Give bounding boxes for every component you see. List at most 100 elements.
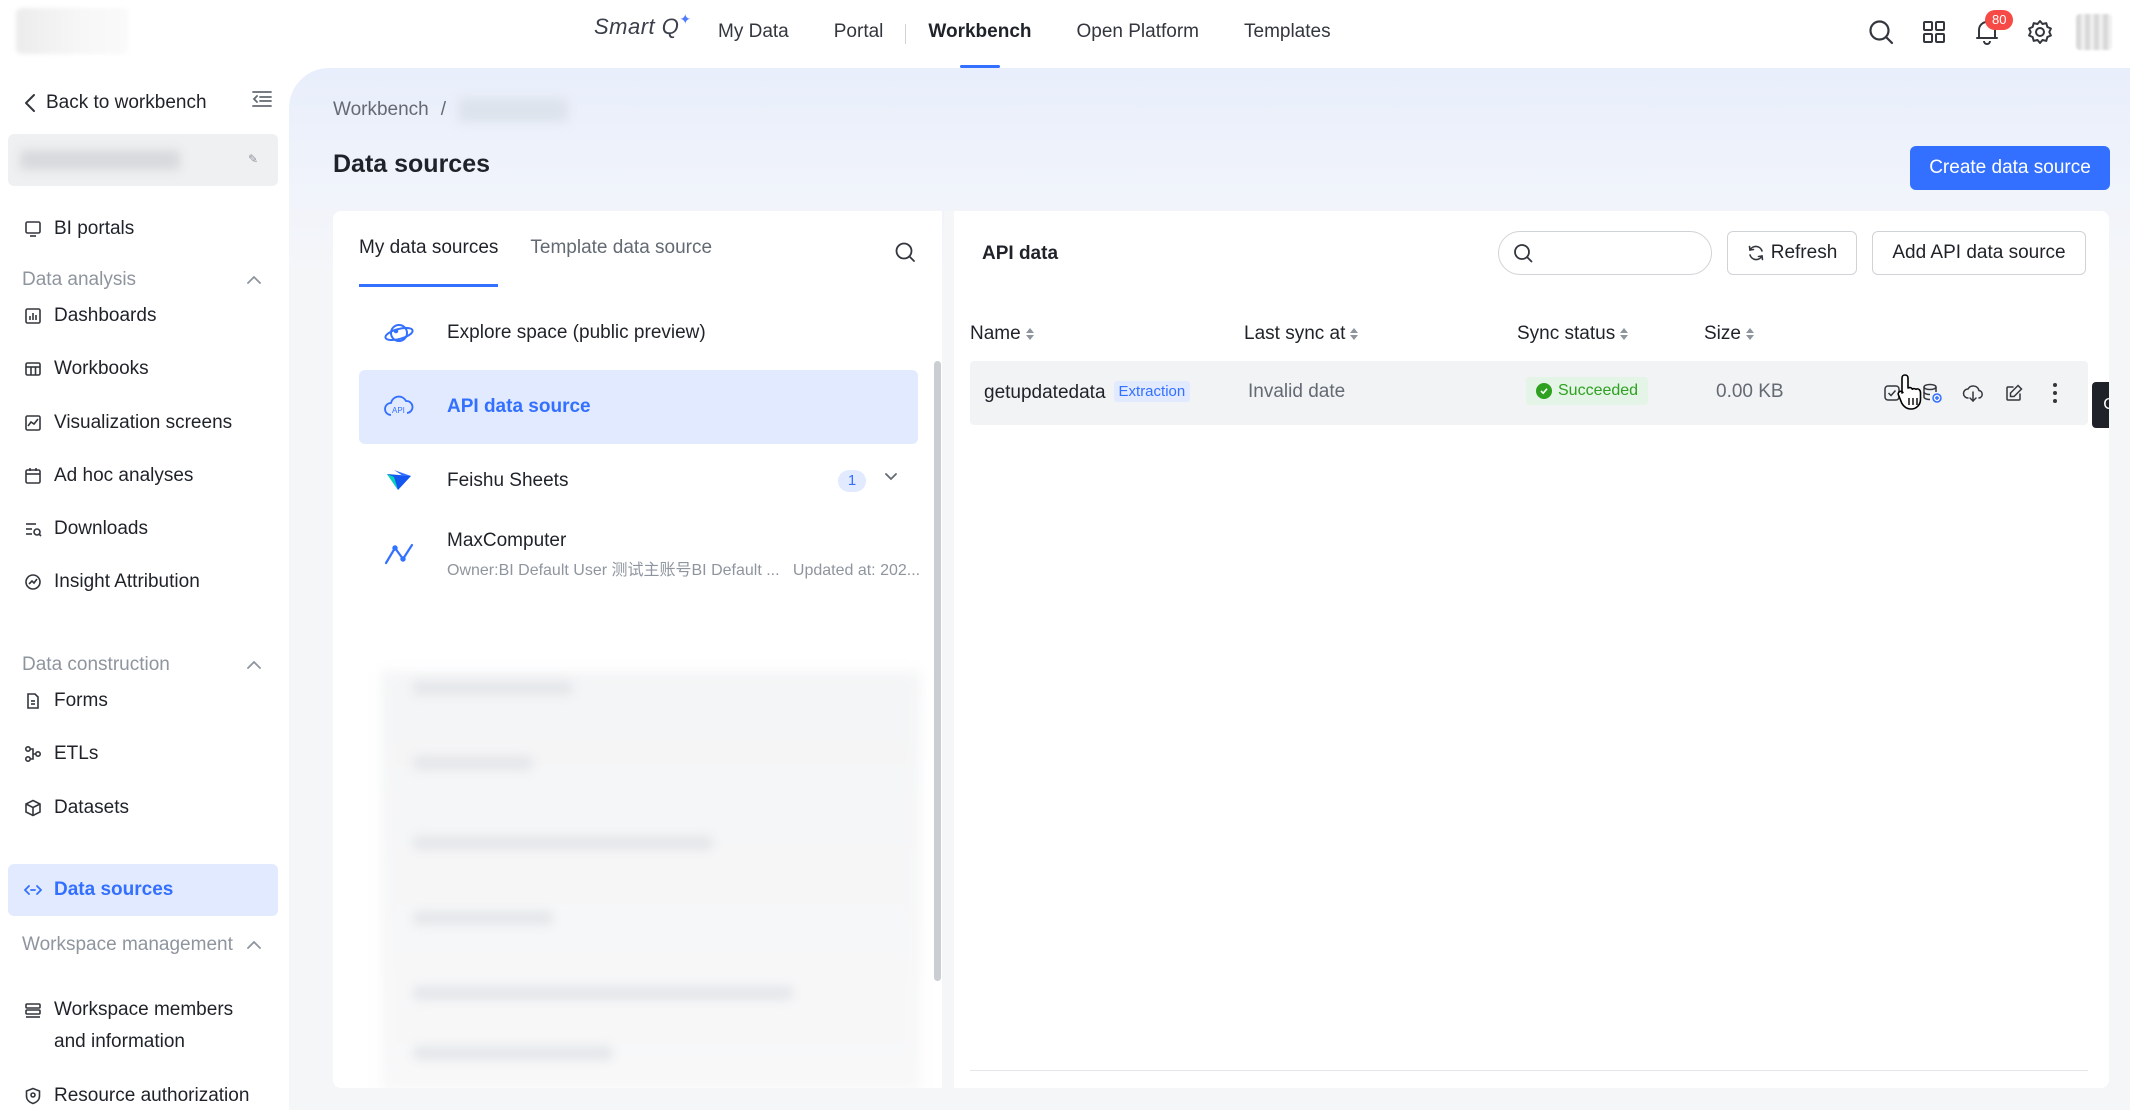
api-data-search-input[interactable] [1541,243,1701,263]
edit-icon[interactable] [2000,379,2028,407]
search-icon[interactable] [894,241,916,268]
edit-icon[interactable]: ✎ [248,152,258,166]
column-header-sync-status[interactable]: Sync status [1517,323,1629,345]
chevron-up-icon [247,660,261,669]
nav-my-data[interactable]: My Data [718,0,789,68]
sidebar-label: ETLs [54,743,99,764]
notification-bell-icon[interactable]: 80 [1971,10,2014,48]
sidebar-label: Workbooks [54,358,149,379]
nav-portal[interactable]: Portal [834,0,884,68]
group-label: Data construction [22,654,170,675]
collapse-sidebar-icon[interactable] [252,90,272,113]
avatar[interactable] [2076,14,2112,50]
column-header-last-sync[interactable]: Last sync at [1244,323,1359,345]
sidebar-label: Forms [54,690,108,711]
list-item-feishu-sheets[interactable]: Feishu Sheets 1 [359,444,918,518]
sidebar-item-datasets[interactable]: Datasets [8,782,278,834]
notification-badge: 80 [1985,10,2014,30]
sort-icon [1025,328,1034,340]
refresh-button[interactable]: Refresh [1727,231,1857,275]
sidebar-item-dashboards[interactable]: Dashboards [8,290,278,342]
etl-flow-icon [24,745,42,763]
dashboard-icon [25,308,41,324]
sidebar-group-workspace-management[interactable]: Workspace management [22,930,262,960]
sidebar-item-etls[interactable]: ETLs [8,728,278,780]
sidebar-item-workspace-members[interactable]: Workspace members and information [8,994,278,1058]
page-title: Data sources [333,150,491,178]
svg-text:API: API [392,406,405,415]
more-options-icon[interactable] [2041,379,2069,407]
chevron-up-icon [247,940,261,949]
tooltip: Collaborative authorization [2092,382,2109,428]
blurred-item [413,756,533,770]
tab-template-data-source[interactable]: Template data source [530,237,712,287]
sidebar-label: Ad hoc analyses [54,465,194,486]
status-badge: Succeeded [1526,377,1649,405]
cell-name[interactable]: getupdatedata Extraction [984,381,1191,404]
group-label: Workspace management [22,934,233,955]
tab-my-data-sources[interactable]: My data sources [359,237,499,287]
chevron-down-icon[interactable] [884,472,898,482]
sidebar-label: Resource authorization [54,1085,250,1106]
source-name: Explore space (public preview) [447,322,706,343]
sidebar-item-bi-portals[interactable]: BI portals [8,203,278,255]
hand-pointer-cursor-icon [1897,374,1922,410]
list-scrollbar[interactable] [932,361,942,981]
source-name: Feishu Sheets [447,470,569,491]
column-header-name[interactable]: Name [970,323,1034,345]
workspace-name-blurred [20,150,180,170]
refresh-icon [1748,245,1764,261]
blurred-source-list [381,671,921,1088]
sidebar-item-forms[interactable]: Forms [8,675,278,727]
sidebar-item-resource-authorization[interactable]: Resource authorization [8,1070,278,1110]
nav-templates[interactable]: Templates [1244,0,1331,68]
sidebar-item-downloads[interactable]: Downloads [8,503,278,555]
sidebar-item-ad-hoc-analyses[interactable]: Ad hoc analyses [8,450,278,502]
apps-grid-icon[interactable] [1918,16,1950,48]
blurred-item [413,911,553,925]
add-api-data-source-button[interactable]: Add API data source [1872,231,2086,275]
workspace-selector[interactable]: ✎ [8,134,278,186]
sidebar-item-workbooks[interactable]: Workbooks [8,343,278,395]
cube-icon [25,799,41,817]
api-data-search-box[interactable] [1498,231,1712,275]
column-header-size[interactable]: Size [1704,323,1754,345]
list-item-maxcomputer[interactable]: MaxComputer Owner:BI Default User 测试主账号B… [359,518,920,592]
sidebar-label: Insight Attribution [54,571,200,592]
planet-icon [383,317,415,349]
panel-divider [944,211,954,1088]
source-count-badge: 1 [838,470,866,492]
sidebar-item-data-sources[interactable]: Data sources [8,864,278,916]
blurred-item [413,681,573,695]
sidebar-item-visualization-screens[interactable]: Visualization screens [8,397,278,449]
stack-list-icon [25,1003,41,1018]
blurred-item [413,836,713,850]
create-data-source-button[interactable]: Create data source [1910,146,2110,190]
search-icon [1514,244,1533,263]
cell-last-sync: Invalid date [1248,381,1346,402]
back-to-workbench-link[interactable]: Back to workbench [24,88,274,118]
search-icon[interactable] [1865,16,1897,48]
breadcrumb-workspace-blurred[interactable] [458,98,569,122]
blurred-item [413,1046,613,1060]
sparkle-icon: ✦ [679,11,692,27]
sidebar-label: BI portals [54,218,135,239]
nav-workbench[interactable]: Workbench [928,0,1032,68]
sort-icon [1350,328,1359,340]
download-list-icon [26,523,42,537]
breadcrumb-workbench[interactable]: Workbench [333,99,429,121]
sidebar-item-insight-attribution[interactable]: Insight Attribution [8,556,278,608]
sidebar-label: Dashboards [54,305,157,326]
main-content: Workbench / Data sources Create data sou… [289,68,2130,1110]
gear-icon[interactable] [2024,16,2056,48]
list-item-api-data-source[interactable]: API API data source [359,370,918,444]
sidebar-label: Visualization screens [54,412,233,433]
check-circle-icon [1536,383,1552,399]
nav-open-platform[interactable]: Open Platform [1077,0,1200,68]
scrollbar-thumb[interactable] [933,361,941,981]
data-source-link-icon [24,885,42,895]
cloud-upload-icon[interactable] [1959,379,1987,407]
company-logo[interactable] [16,8,128,54]
list-item-explore-space[interactable]: Explore space (public preview) [359,296,918,370]
brand-logo[interactable]: Smart Q✦ [594,11,692,40]
